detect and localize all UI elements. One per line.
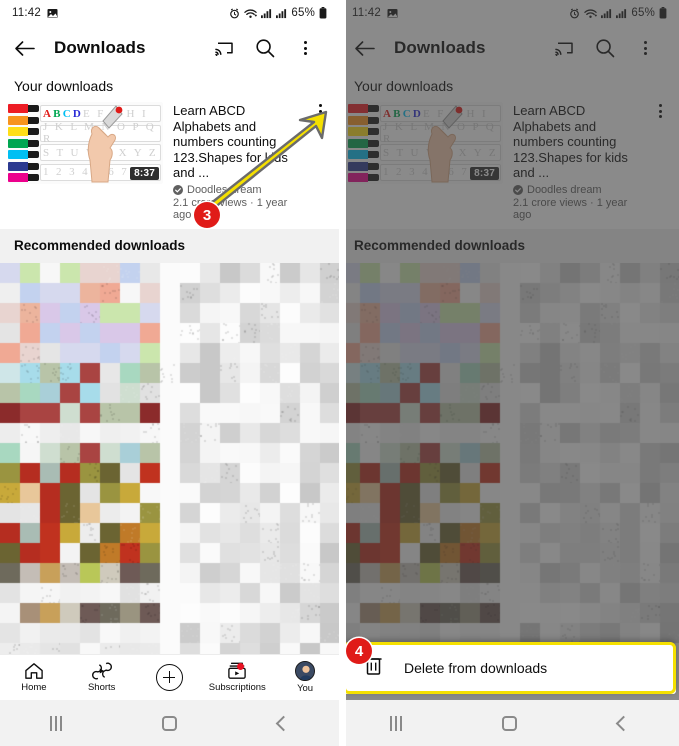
bottom-nav-create[interactable] bbox=[136, 664, 204, 691]
create-plus-icon bbox=[155, 664, 183, 691]
home-button-icon[interactable] bbox=[502, 715, 518, 731]
video-stats: 2.1 crore views · 1 year ago bbox=[173, 196, 288, 221]
video-thumbnail[interactable]: ABCDE F G H I J K L M N O P Q R S T U V … bbox=[348, 102, 503, 184]
app-screen-right: 11:42 65% Downloads Your downloads A B C… bbox=[340, 0, 679, 700]
recommended-downloads-header: Recommended downloads bbox=[0, 228, 339, 263]
recents-button-icon[interactable] bbox=[390, 715, 403, 731]
bottom-nav-you[interactable]: You bbox=[271, 661, 339, 694]
video-overflow-menu-icon[interactable] bbox=[651, 102, 669, 221]
overflow-menu-icon[interactable] bbox=[625, 41, 665, 55]
status-bar: 11:42 65% bbox=[340, 0, 679, 26]
back-button-icon[interactable] bbox=[615, 715, 632, 731]
wifi-icon bbox=[244, 8, 258, 19]
channel-name: Doodles dream bbox=[187, 183, 262, 196]
bottom-nav-subscriptions-label: Subscriptions bbox=[208, 682, 266, 693]
channel-name: Doodles dream bbox=[527, 183, 602, 196]
bottom-nav-subscriptions[interactable]: Subscriptions bbox=[203, 662, 271, 693]
recommended-downloads-header: Recommended downloads bbox=[340, 228, 679, 263]
photo-icon bbox=[47, 8, 58, 19]
home-button-icon[interactable] bbox=[162, 715, 178, 731]
battery-icon bbox=[319, 7, 327, 19]
phone-screen-right: 11:42 65% Downloads Your downloads A B C… bbox=[340, 0, 679, 746]
search-icon[interactable] bbox=[245, 38, 285, 58]
shorts-icon bbox=[91, 662, 112, 680]
hand-illustration bbox=[427, 105, 463, 183]
bottom-nav-home-label: Home bbox=[21, 682, 47, 693]
panel-divider bbox=[339, 0, 346, 746]
app-bar: Downloads bbox=[0, 26, 339, 70]
delete-bottom-sheet[interactable]: Delete from downloads bbox=[343, 642, 676, 694]
app-screen-left: 11:42 65% Downloads Your downloads A B C… bbox=[0, 0, 339, 700]
overflow-menu-icon[interactable] bbox=[285, 41, 325, 55]
back-arrow-icon[interactable] bbox=[14, 40, 36, 57]
bottom-nav-home[interactable]: Home bbox=[0, 662, 68, 693]
account-avatar-icon bbox=[295, 661, 316, 681]
battery-icon bbox=[659, 7, 667, 19]
video-metadata: Learn ABCD Alphabets and numbers countin… bbox=[173, 102, 301, 221]
video-title: Learn ABCD Alphabets and numbers countin… bbox=[513, 103, 628, 180]
status-bar: 11:42 65% bbox=[0, 0, 339, 26]
signal-icon bbox=[616, 8, 627, 19]
bottom-nav-shorts[interactable]: Shorts bbox=[68, 662, 136, 693]
download-item-row[interactable]: ABCDE F G H I J K L M N O P Q R S T U V … bbox=[0, 100, 339, 225]
signal-icon bbox=[261, 8, 272, 19]
home-icon bbox=[25, 663, 43, 679]
thumbnail-marker-pens bbox=[348, 102, 382, 184]
pixelated-content bbox=[340, 262, 679, 683]
video-channel: Doodles dream bbox=[173, 184, 301, 196]
delete-from-downloads-label: Delete from downloads bbox=[404, 660, 548, 676]
video-stats: 2.1 crore views · 1 year ago bbox=[513, 196, 628, 221]
page-title: Downloads bbox=[394, 38, 486, 57]
phone-screen-left: 11:42 65% Downloads Your downloads A B C… bbox=[0, 0, 339, 746]
cast-icon[interactable] bbox=[545, 39, 585, 57]
recommended-downloads-list[interactable] bbox=[340, 262, 679, 683]
app-bar: Downloads bbox=[340, 26, 679, 70]
battery-percent: 65% bbox=[631, 7, 655, 19]
recommended-downloads-label: Recommended downloads bbox=[354, 238, 526, 253]
alarm-icon bbox=[569, 7, 580, 19]
video-metadata: Learn ABCD Alphabets and numbers countin… bbox=[513, 102, 641, 221]
video-thumbnail[interactable]: ABCDE F G H I J K L M N O P Q R S T U V … bbox=[8, 102, 163, 184]
video-channel: Doodles dream bbox=[513, 184, 641, 196]
signal-icon bbox=[276, 8, 287, 19]
pixelated-content bbox=[0, 262, 339, 683]
video-duration-badge: 8:37 bbox=[130, 167, 159, 180]
status-time: 11:42 bbox=[12, 7, 41, 19]
photo-icon bbox=[387, 8, 398, 19]
page-title: Downloads bbox=[54, 38, 146, 57]
cast-icon[interactable] bbox=[205, 39, 245, 57]
screenshot-stage: 11:42 65% Downloads Your downloads A B C… bbox=[0, 0, 679, 746]
recommended-downloads-label: Recommended downloads bbox=[14, 238, 186, 253]
thumbnail-marker-pens bbox=[8, 102, 42, 184]
step-3-badge: 3 bbox=[194, 202, 220, 228]
android-navigation-bar-right bbox=[340, 700, 679, 746]
video-title: Learn ABCD Alphabets and numbers countin… bbox=[173, 103, 288, 180]
status-time: 11:42 bbox=[352, 7, 381, 19]
step-4-badge: 4 bbox=[346, 638, 372, 664]
recents-button-icon[interactable] bbox=[50, 715, 63, 731]
bottom-navigation-bar: Home Shorts Subscriptions You bbox=[0, 654, 339, 700]
battery-percent: 65% bbox=[291, 7, 315, 19]
back-button-icon[interactable] bbox=[275, 715, 292, 731]
recommended-downloads-list[interactable] bbox=[0, 262, 339, 683]
video-overflow-menu-icon[interactable] bbox=[311, 102, 329, 221]
verified-badge-icon bbox=[173, 184, 183, 195]
your-downloads-label: Your downloads bbox=[354, 78, 454, 94]
back-arrow-icon[interactable] bbox=[354, 40, 376, 57]
alarm-icon bbox=[229, 7, 240, 19]
android-navigation-bar-left bbox=[0, 700, 339, 746]
signal-icon bbox=[601, 8, 612, 19]
download-item-row[interactable]: ABCDE F G H I J K L M N O P Q R S T U V … bbox=[340, 100, 679, 225]
bottom-nav-you-label: You bbox=[297, 683, 314, 694]
video-duration-badge: 8:37 bbox=[470, 167, 499, 180]
bottom-nav-shorts-label: Shorts bbox=[87, 682, 116, 693]
verified-badge-icon bbox=[513, 184, 523, 195]
your-downloads-label: Your downloads bbox=[14, 78, 114, 94]
hand-illustration bbox=[87, 105, 123, 183]
search-icon[interactable] bbox=[585, 38, 625, 58]
wifi-icon bbox=[584, 8, 598, 19]
